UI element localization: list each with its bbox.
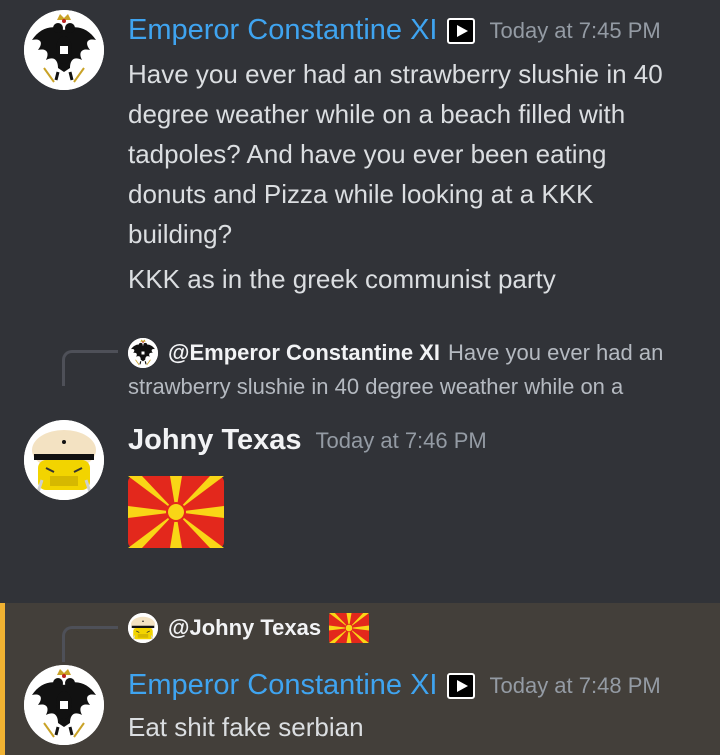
avatar-emperor[interactable] [24, 665, 104, 745]
timestamp: Today at 7:45 PM [489, 17, 661, 43]
message-header: Johny Texas Today at 7:46 PM [128, 424, 487, 457]
reply-preview[interactable]: @Johny Texas [128, 613, 370, 643]
timestamp: Today at 7:46 PM [315, 427, 487, 453]
reply-spine [62, 350, 118, 386]
reply-preview[interactable]: @Emperor Constantine XI Have you ever ha… [128, 338, 663, 368]
reply-mention[interactable]: @Johny Texas [168, 615, 321, 641]
reply-text-continued: strawberry slushie in 40 degree weather … [128, 374, 624, 399]
double-headed-eagle-icon [24, 665, 104, 745]
play-button-icon[interactable] [447, 672, 476, 699]
username[interactable]: Emperor Constantine XI [128, 669, 437, 702]
flag-emoji[interactable] [128, 476, 224, 548]
message-text: Have you ever had an strawberry slushie … [128, 59, 663, 249]
message-header: Emperor Constantine XI Today at 7:45 PM [128, 14, 661, 47]
double-headed-eagle-icon [24, 10, 104, 90]
avatar-emperor[interactable] [24, 10, 104, 90]
message-text: Eat shit fake serbian [128, 712, 364, 742]
reply-spine [62, 626, 118, 662]
north-macedonia-flag-icon [329, 613, 370, 643]
reply-text: Have you ever had an [448, 340, 664, 365]
cartoon-face-icon [128, 613, 158, 643]
reply-avatar [128, 613, 158, 643]
username[interactable]: Emperor Constantine XI [128, 14, 437, 47]
message-text: KKK as in the greek communist party [128, 264, 556, 294]
play-button-icon[interactable] [447, 17, 476, 44]
message-header: Emperor Constantine XI Today at 7:48 PM [128, 669, 661, 702]
reply-avatar [128, 338, 158, 368]
reply-mention[interactable]: @Emperor Constantine XI [168, 340, 440, 366]
double-headed-eagle-icon [128, 338, 158, 368]
cartoon-face-icon [24, 420, 104, 500]
avatar-johny[interactable] [24, 420, 104, 500]
timestamp: Today at 7:48 PM [489, 672, 661, 698]
north-macedonia-flag-icon [128, 476, 224, 548]
username[interactable]: Johny Texas [128, 424, 302, 457]
